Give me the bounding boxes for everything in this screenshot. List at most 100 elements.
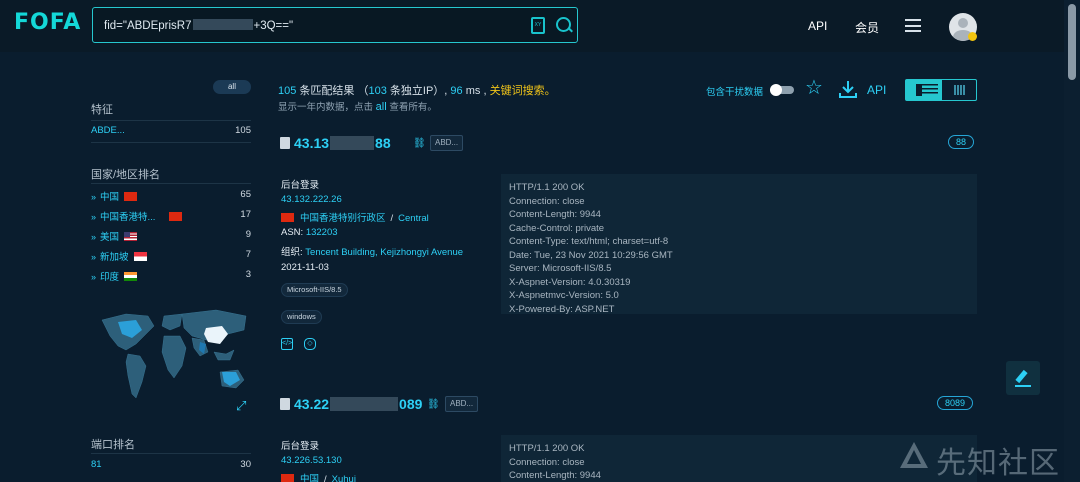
edit-icon[interactable]: [1006, 361, 1040, 395]
download-icon[interactable]: [838, 79, 858, 99]
ip-prefix: 43.22: [294, 396, 330, 412]
query-time: 96: [450, 85, 463, 97]
search-syntax-icon[interactable]: XY: [531, 17, 545, 34]
all-filter-button[interactable]: all: [213, 80, 251, 94]
country-item-in[interactable]: » 印度 3: [91, 269, 251, 283]
feature-heading: 特征: [91, 104, 113, 116]
org-row: 组织: Tencent Building, Kejizhongyi Avenue: [281, 244, 463, 258]
nav-member-link[interactable]: 会员: [855, 19, 879, 36]
chart-view-icon[interactable]: [942, 80, 976, 100]
query-visible-end: +3Q==": [253, 20, 294, 32]
redacted-mask: [192, 19, 253, 30]
list-view-icon[interactable]: [906, 80, 942, 100]
watermark: 先知社区: [896, 436, 1066, 480]
search-query[interactable]: fid="ABDEprisR7 +3Q==": [104, 19, 293, 32]
document-icon: [280, 398, 290, 410]
star-icon[interactable]: ☆: [805, 78, 823, 98]
fid-tag[interactable]: ABD...: [430, 135, 464, 151]
response-line: Server: Microsoft-IIS/8.5: [509, 263, 612, 274]
show-all-link[interactable]: all: [376, 101, 387, 113]
fid-tag[interactable]: ABD...: [445, 396, 479, 412]
country-label: 中国: [100, 192, 120, 203]
feature-count: 105: [235, 125, 251, 136]
port-count: 30: [240, 459, 251, 470]
xianzhi-logo-icon: [900, 442, 928, 468]
site-link[interactable]: 43.132.222.26: [281, 194, 342, 205]
expand-map-icon[interactable]: ⤢: [236, 399, 250, 413]
separator: /: [324, 474, 327, 482]
country-item-sg[interactable]: » 新加坡 7: [91, 249, 251, 263]
hamburger-menu-icon[interactable]: [905, 19, 921, 32]
port-heading: 端口排名: [91, 439, 135, 451]
hong-kong-flag-icon: [169, 212, 183, 221]
link-icon[interactable]: ⛓: [427, 399, 440, 410]
country-count: 9: [245, 229, 251, 240]
query-time-unit: ms ,: [465, 85, 487, 97]
view-mode-toggle[interactable]: [905, 79, 977, 101]
document-icon: [280, 137, 290, 149]
search-input[interactable]: fid="ABDEprisR7 +3Q==" XY: [92, 7, 578, 43]
result-ip-link[interactable]: 43.22 089: [294, 396, 422, 412]
site-link[interactable]: 43.226.53.130: [281, 455, 342, 466]
country-item-cn[interactable]: » 中国 65: [91, 189, 251, 203]
region-link[interactable]: 中国: [300, 474, 319, 482]
scrollbar-thumb[interactable]: [1068, 4, 1076, 80]
response-header-box[interactable]: HTTP/1.1 200 OK Connection: close Conten…: [501, 174, 977, 314]
divider: [91, 142, 251, 143]
total-count: 105: [278, 85, 297, 97]
include-noise-toggle[interactable]: [770, 84, 794, 96]
location: 中国香港特别行政区 / Central: [281, 210, 429, 224]
port-badge[interactable]: 8089: [937, 396, 974, 410]
code-icon[interactable]: </>: [281, 338, 293, 350]
divider: [91, 120, 251, 121]
org-link[interactable]: Tencent Building, Kejizhongyi Avenue: [305, 247, 463, 258]
region-link[interactable]: 中国香港特别行政区: [300, 213, 386, 224]
response-line: HTTP/1.1 200 OK: [509, 182, 585, 193]
response-line: Content-Type: text/html; charset=utf-8: [509, 236, 669, 247]
fofa-logo[interactable]: FOFA: [14, 10, 81, 35]
result-ip-row: 43.22 089 ⛓ ABD...: [280, 396, 490, 414]
unique-ip-text: 条独立IP）,: [389, 85, 448, 97]
port-badge[interactable]: 88: [948, 135, 975, 149]
keyword-search-link[interactable]: 关键词搜索。: [490, 85, 556, 97]
port-item[interactable]: 81 30: [91, 459, 251, 473]
feature-item[interactable]: ABDE... 105: [91, 125, 251, 139]
country-heading: 国家/地区排名: [91, 169, 161, 181]
chevron-right-icon: »: [91, 272, 97, 282]
site-title: 后台登录: [281, 180, 320, 191]
page-scrollbar[interactable]: [1064, 0, 1080, 482]
redacted-mask: [330, 136, 375, 150]
chevron-right-icon: »: [91, 232, 97, 242]
city-link[interactable]: Central: [398, 213, 429, 224]
result-ip-link[interactable]: 43.13 88: [294, 135, 391, 151]
paren-open: （: [357, 85, 369, 97]
ip-suffix: 089: [399, 396, 423, 412]
country-item-hk[interactable]: » 中国香港特... 17: [91, 209, 251, 223]
port-label: 81: [91, 459, 102, 470]
chevron-right-icon: »: [91, 252, 97, 262]
ip-prefix: 43.13: [294, 135, 330, 151]
china-flag-icon: [281, 474, 294, 482]
separator: /: [390, 213, 394, 224]
country-count: 17: [240, 209, 251, 220]
country-item-us[interactable]: » 美国 9: [91, 229, 251, 243]
country-count: 3: [245, 269, 251, 280]
unique-ip-count: 103: [368, 85, 387, 97]
nav-api-link[interactable]: API: [808, 19, 827, 33]
city-link[interactable]: Xuhui: [332, 474, 356, 482]
org-label: 组织:: [281, 247, 303, 258]
os-pill[interactable]: windows: [281, 310, 322, 324]
world-distribution-map[interactable]: [96, 306, 256, 410]
cube-icon[interactable]: ◇: [304, 338, 316, 350]
product-pill[interactable]: Microsoft-IIS/8.5: [281, 283, 348, 297]
note-suffix: 查看所有。: [389, 102, 437, 113]
result-date: 2021-11-03: [281, 262, 329, 273]
feature-label: ABDE...: [91, 125, 125, 136]
search-icon[interactable]: [556, 17, 571, 32]
api-link[interactable]: API: [867, 83, 886, 97]
link-icon[interactable]: ⛓: [413, 138, 426, 149]
note-prefix: 显示一年内数据，点击: [278, 102, 374, 113]
result-ip-row: 43.13 88 ⛓ ABD...: [280, 135, 480, 153]
asn-label: ASN:: [281, 227, 304, 238]
asn-link[interactable]: 132203: [306, 227, 338, 238]
